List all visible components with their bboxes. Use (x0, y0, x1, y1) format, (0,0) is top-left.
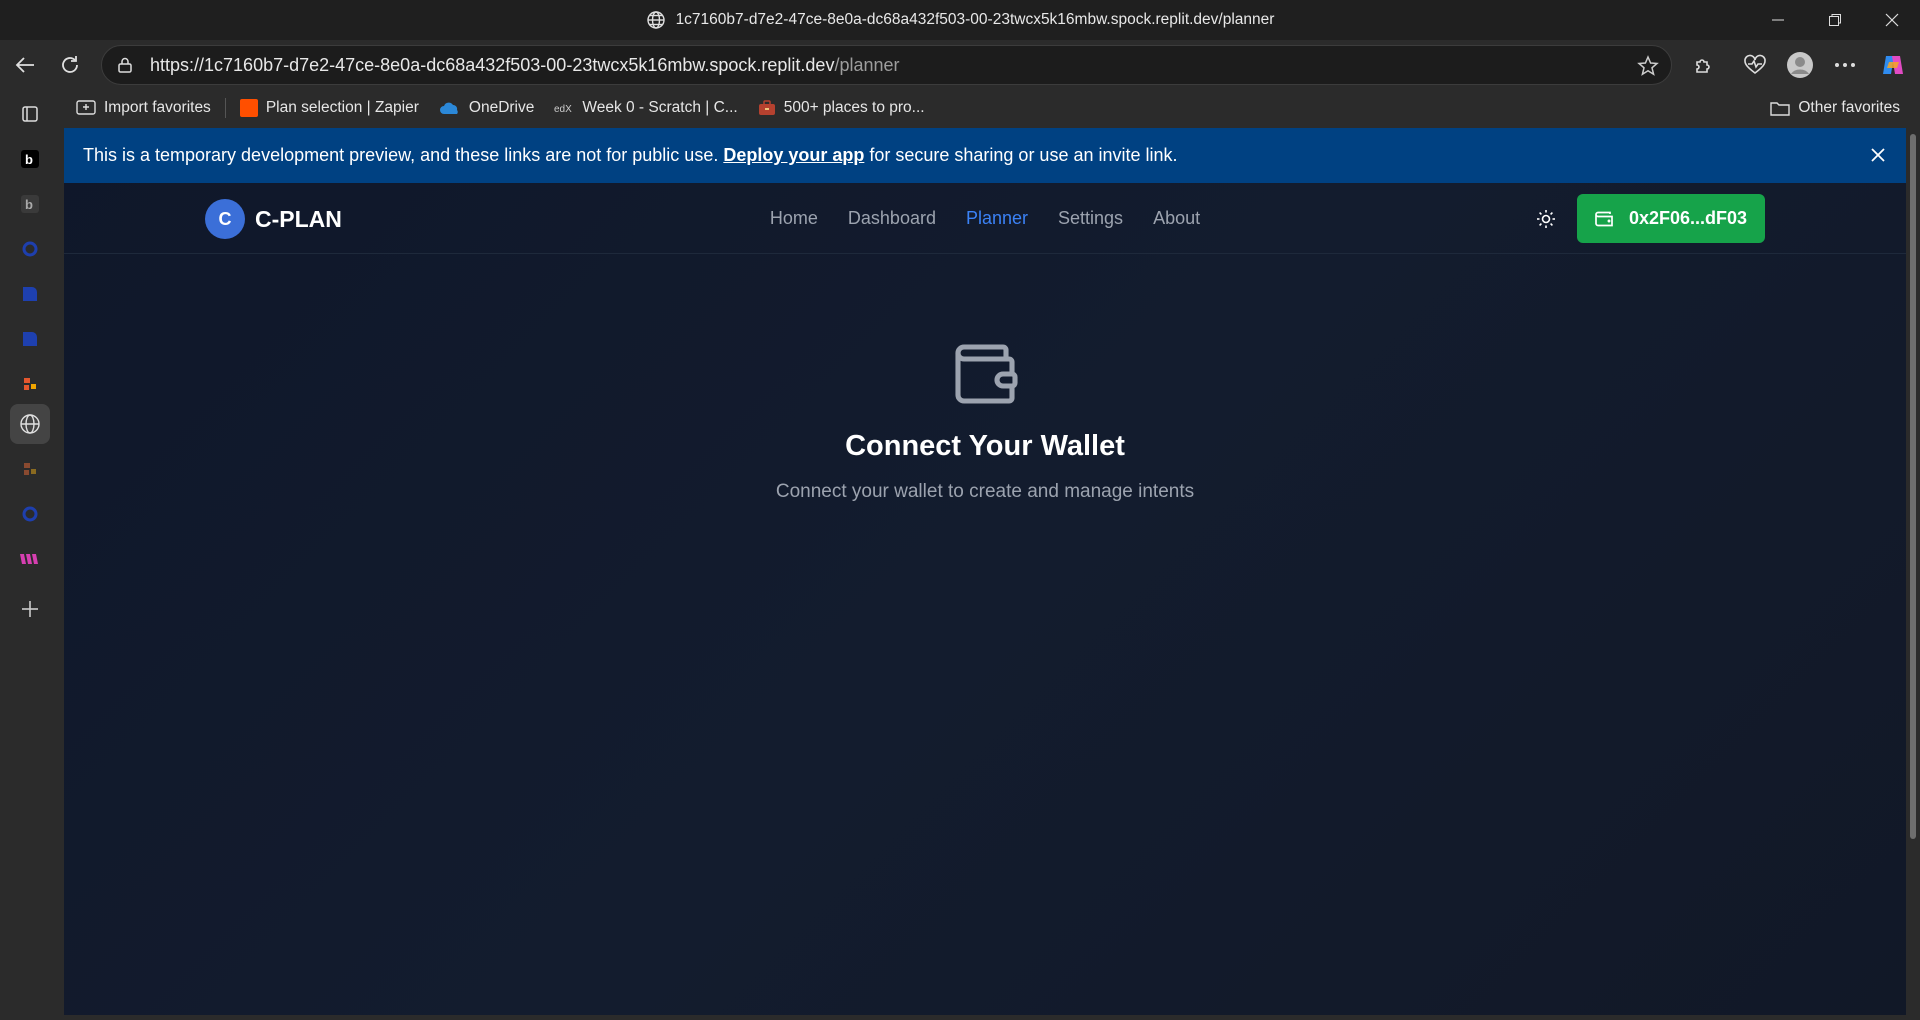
browser-toolbar: https://1c7160b7-d7e2-47ce-8e0a-dc68a432… (0, 40, 1920, 90)
close-banner-icon[interactable] (1868, 145, 1888, 165)
app-name: C-PLAN (255, 205, 342, 232)
edx-icon: edX (554, 104, 572, 115)
briefcase-icon (758, 100, 775, 115)
plus-icon (22, 601, 38, 617)
close-icon (1885, 13, 1898, 27)
document-app-icon (23, 332, 37, 346)
window-title: 1c7160b7-d7e2-47ce-8e0a-dc68a432f503-00-… (675, 11, 1275, 28)
window-titlebar: 1c7160b7-d7e2-47ce-8e0a-dc68a432f503-00-… (0, 0, 1920, 40)
nav-planner[interactable]: Planner (966, 208, 1028, 229)
svg-text:edX: edX (554, 104, 572, 115)
reload-icon (62, 56, 78, 73)
sidebar-tab-shapes2[interactable] (10, 449, 50, 489)
address-bar[interactable]: https://1c7160b7-d7e2-47ce-8e0a-dc68a432… (101, 45, 1672, 85)
favorite-briefcase[interactable]: 500+ places to pro... (748, 93, 935, 123)
restore-icon (1828, 14, 1841, 26)
back-button[interactable] (3, 45, 47, 85)
nav-settings[interactable]: Settings (1058, 208, 1123, 229)
b-app-icon: b (21, 195, 39, 213)
sidebar-tab-b2[interactable]: b (10, 184, 50, 224)
import-icon (76, 100, 96, 115)
copilot-icon (1883, 56, 1903, 74)
other-favorites[interactable]: Other favorites (1760, 93, 1910, 123)
wallet-icon (1595, 211, 1613, 226)
document-app-icon (23, 287, 37, 301)
nav-dashboard[interactable]: Dashboard (848, 208, 936, 229)
browser-essentials-button[interactable] (1735, 45, 1775, 85)
app-header: Home Dashboard Planner Settings About C … (64, 183, 1906, 254)
browser-sidebar: b b (0, 90, 60, 1020)
heartbeat-icon (1744, 54, 1766, 75)
empty-state-subtitle: Connect your wallet to create and manage… (775, 481, 1195, 502)
deploy-app-link[interactable]: Deploy your app (723, 145, 864, 166)
sidebar-tab-doc2[interactable] (10, 319, 50, 359)
favorite-onedrive[interactable]: OneDrive (429, 93, 544, 123)
dev-preview-banner: This is a temporary development preview,… (64, 128, 1906, 183)
settings-menu-button[interactable] (1825, 45, 1865, 85)
globe-icon (646, 11, 665, 29)
nav-home[interactable]: Home (770, 208, 818, 229)
shapes-app-icon (24, 378, 36, 390)
empty-state-title: Connect Your Wallet (845, 430, 1125, 462)
close-window-button[interactable] (1863, 0, 1920, 40)
favorite-star-icon[interactable] (1637, 55, 1659, 77)
puzzle-icon (1696, 59, 1710, 73)
sidebar-tab-w[interactable] (10, 539, 50, 579)
sidebar-add-button[interactable] (10, 589, 50, 629)
favorite-import[interactable]: Import favorites (60, 93, 221, 123)
reload-button[interactable] (48, 45, 92, 85)
wallet-icon (955, 344, 1018, 404)
shapes-app-icon (24, 463, 36, 475)
sidebar-tab-ring2[interactable] (10, 494, 50, 534)
favorites-divider (224, 98, 226, 118)
b-app-icon: b (21, 150, 39, 168)
tab-actions-button[interactable] (10, 94, 50, 134)
globe-icon (20, 414, 40, 434)
minimize-button[interactable] (1749, 0, 1806, 40)
page-viewport: This is a temporary development preview,… (64, 128, 1906, 1015)
w-app-icon (20, 554, 38, 564)
url-text: https://1c7160b7-d7e2-47ce-8e0a-dc68a432… (150, 54, 900, 75)
favorites-bar: Import favorites Plan selection | Zapier… (60, 90, 1920, 126)
wallet-address-button[interactable]: 0x2F06...dF03 (1577, 194, 1765, 243)
folder-icon (1770, 102, 1791, 116)
wallet-address: 0x2F06...dF03 (1628, 208, 1748, 228)
ring-app-icon (22, 241, 38, 257)
sidebar-tab-shapes1[interactable] (10, 364, 50, 404)
extensions-button[interactable] (1684, 45, 1724, 85)
ring-app-icon (22, 506, 38, 522)
copilot-button[interactable] (1873, 45, 1913, 85)
scrollbar-thumb[interactable] (1910, 134, 1916, 839)
svg-text:b: b (25, 152, 33, 167)
sidebar-tab-doc1[interactable] (10, 274, 50, 314)
avatar-icon (1787, 52, 1813, 78)
nav-about[interactable]: About (1153, 208, 1200, 229)
svg-text:b: b (25, 197, 33, 212)
tabs-icon (22, 106, 38, 122)
sidebar-tab-b1[interactable]: b (10, 139, 50, 179)
profile-button[interactable] (1780, 45, 1820, 85)
lock-icon (118, 57, 132, 73)
more-dots-icon (1835, 63, 1855, 67)
favorite-zapier[interactable]: Plan selection | Zapier (230, 93, 429, 123)
favorite-edx[interactable]: edX Week 0 - Scratch | C... (544, 93, 747, 123)
page-scrollbar[interactable] (1906, 128, 1920, 1015)
back-arrow-icon (15, 57, 34, 73)
minimize-icon (1771, 19, 1784, 21)
sun-icon (1537, 210, 1555, 228)
zapier-icon (239, 99, 258, 117)
restore-button[interactable] (1806, 0, 1863, 40)
sidebar-tab-globe[interactable] (10, 404, 50, 444)
empty-state: Connect Your Wallet Connect your wallet … (64, 338, 1906, 503)
theme-toggle-button[interactable] (1530, 203, 1562, 235)
logo-badge: C (205, 199, 245, 239)
sidebar-tab-ring1[interactable] (10, 229, 50, 269)
app-logo[interactable]: C C-PLAN (205, 199, 342, 239)
onedrive-icon (439, 102, 458, 114)
